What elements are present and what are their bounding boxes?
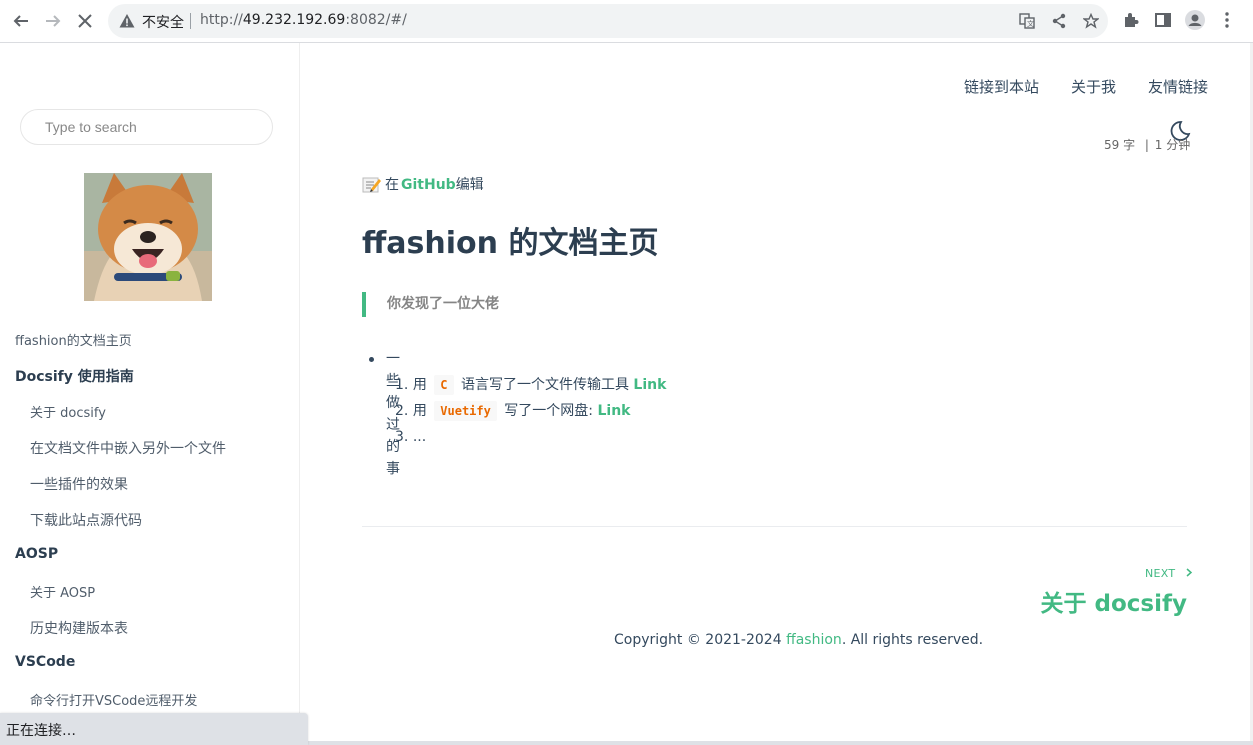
omnibox-divider — [190, 13, 191, 29]
blockquote: 你发现了一位大佬 — [362, 292, 499, 317]
list-item: 2. 用 Vuetify 写了一个网盘: Link — [395, 400, 630, 422]
more-menu-icon[interactable] — [1217, 10, 1237, 30]
sidebar-item-build-versions[interactable]: 历史构建版本表 — [30, 618, 128, 638]
svg-text:文: 文 — [1027, 19, 1034, 28]
forward-arrow-icon — [46, 15, 61, 27]
word-count: 59 字 — [1104, 138, 1136, 152]
next-label: NEXT — [1145, 567, 1193, 580]
item-link[interactable]: Link — [597, 403, 630, 419]
search-input[interactable] — [43, 118, 267, 136]
status-bubble: 正在连接… — [0, 713, 308, 745]
sidebar-item-home[interactable]: ffashion的文档主页 — [15, 330, 132, 349]
sidebar-item-about-docsify[interactable]: 关于 docsify — [30, 402, 106, 421]
back-arrow-icon — [13, 15, 28, 27]
side-panel-icon[interactable] — [1153, 10, 1173, 30]
inline-code: Vuetify — [434, 401, 497, 421]
item-pre: 用 — [412, 377, 427, 393]
github-edit-link[interactable]: GitHub — [401, 177, 456, 193]
item-pre: 用 — [412, 403, 427, 419]
sidebar-item-vscode-remote[interactable]: 命令行打开VSCode远程开发 — [30, 690, 197, 709]
sidebar-item-plugins[interactable]: 一些插件的效果 — [30, 474, 128, 494]
url-scheme: http:// — [200, 12, 243, 28]
browser-toolbar: 不安全 http://49.232.192.69:8082/#/ 文 — [0, 0, 1253, 43]
status-text: 正在连接… — [6, 723, 76, 739]
read-time: 1 分钟 — [1154, 138, 1191, 152]
avatar[interactable] — [84, 173, 212, 301]
profile-avatar-icon[interactable] — [1185, 10, 1205, 30]
list-item: 3. ... — [395, 426, 426, 448]
warning-icon[interactable] — [119, 13, 135, 29]
reading-stats: 59 字 | 1 分钟 — [1104, 136, 1190, 153]
sidebar: ffashion的文档主页 Docsify 使用指南 关于 docsify 在文… — [0, 43, 300, 745]
page-title: ffashion 的文档主页 — [362, 226, 659, 261]
sidebar-section-aosp[interactable]: AOSP — [15, 546, 58, 562]
sidebar-section-vscode[interactable]: VSCode — [15, 654, 75, 670]
content-divider — [362, 526, 1187, 527]
chevron-right-icon — [1186, 568, 1193, 577]
close-icon — [78, 14, 92, 28]
item-number: 3. — [395, 429, 409, 445]
nav-link-friend-links[interactable]: 友情链接 — [1148, 76, 1208, 97]
search-box[interactable] — [20, 109, 273, 145]
footer-copyright: Copyright © 2021-2024 ffashion. All righ… — [614, 632, 983, 648]
stats-separator: | — [1144, 138, 1149, 152]
list-item: 1. 用 C 语言写了一个文件传输工具 Link — [395, 374, 666, 396]
star-bookmark-icon[interactable] — [1082, 12, 1100, 30]
edit-on-github: 在 GitHub编辑 — [362, 174, 484, 194]
item-text: 语言写了一个文件传输工具 — [460, 377, 629, 393]
forward-button[interactable] — [40, 8, 66, 34]
footer-author-link[interactable]: ffashion — [786, 632, 842, 648]
item-number: 2. — [395, 403, 409, 419]
bullet-dot — [369, 357, 374, 362]
url-host: 49.232.192.69 — [242, 12, 346, 28]
extensions-puzzle-icon[interactable] — [1121, 10, 1141, 30]
translate-icon[interactable]: 文 — [1018, 12, 1036, 30]
shiba-dog-avatar-image — [84, 173, 212, 301]
sidebar-item-embed-file[interactable]: 在文档文件中嵌入另外一个文件 — [30, 438, 226, 458]
edit-suffix: 编辑 — [455, 177, 484, 193]
stop-loading-button[interactable] — [72, 8, 98, 34]
item-text: ... — [412, 429, 427, 445]
back-button[interactable] — [8, 8, 34, 34]
sidebar-item-download-source[interactable]: 下载此站点源代码 — [30, 510, 142, 530]
item-link[interactable]: Link — [633, 377, 666, 393]
url-text[interactable]: http://49.232.192.69:8082/#/ — [200, 12, 407, 28]
inline-code: C — [434, 375, 454, 395]
copyright-suffix: . All rights reserved. — [841, 632, 984, 648]
next-page-title[interactable]: 关于 docsify — [1041, 584, 1187, 618]
copyright-prefix: Copyright © 2021-2024 — [614, 632, 787, 648]
next-label-text: NEXT — [1145, 567, 1176, 580]
edit-prefix: 在 — [385, 177, 399, 193]
nav-link-link-to-site[interactable]: 链接到本站 — [964, 76, 1039, 97]
item-number: 1. — [395, 377, 409, 393]
share-icon[interactable] — [1050, 12, 1068, 30]
security-label: 不安全 — [142, 15, 184, 31]
nav-link-about-me[interactable]: 关于我 — [1071, 76, 1116, 97]
item-text: 写了一个网盘: — [504, 403, 594, 419]
memo-pencil-icon — [362, 177, 381, 192]
sidebar-section-docsify[interactable]: Docsify 使用指南 — [15, 366, 134, 386]
address-bar[interactable]: 不安全 http://49.232.192.69:8082/#/ 文 — [108, 4, 1108, 38]
sidebar-item-about-aosp[interactable]: 关于 AOSP — [30, 582, 95, 601]
url-path: :8082/#/ — [345, 12, 407, 28]
